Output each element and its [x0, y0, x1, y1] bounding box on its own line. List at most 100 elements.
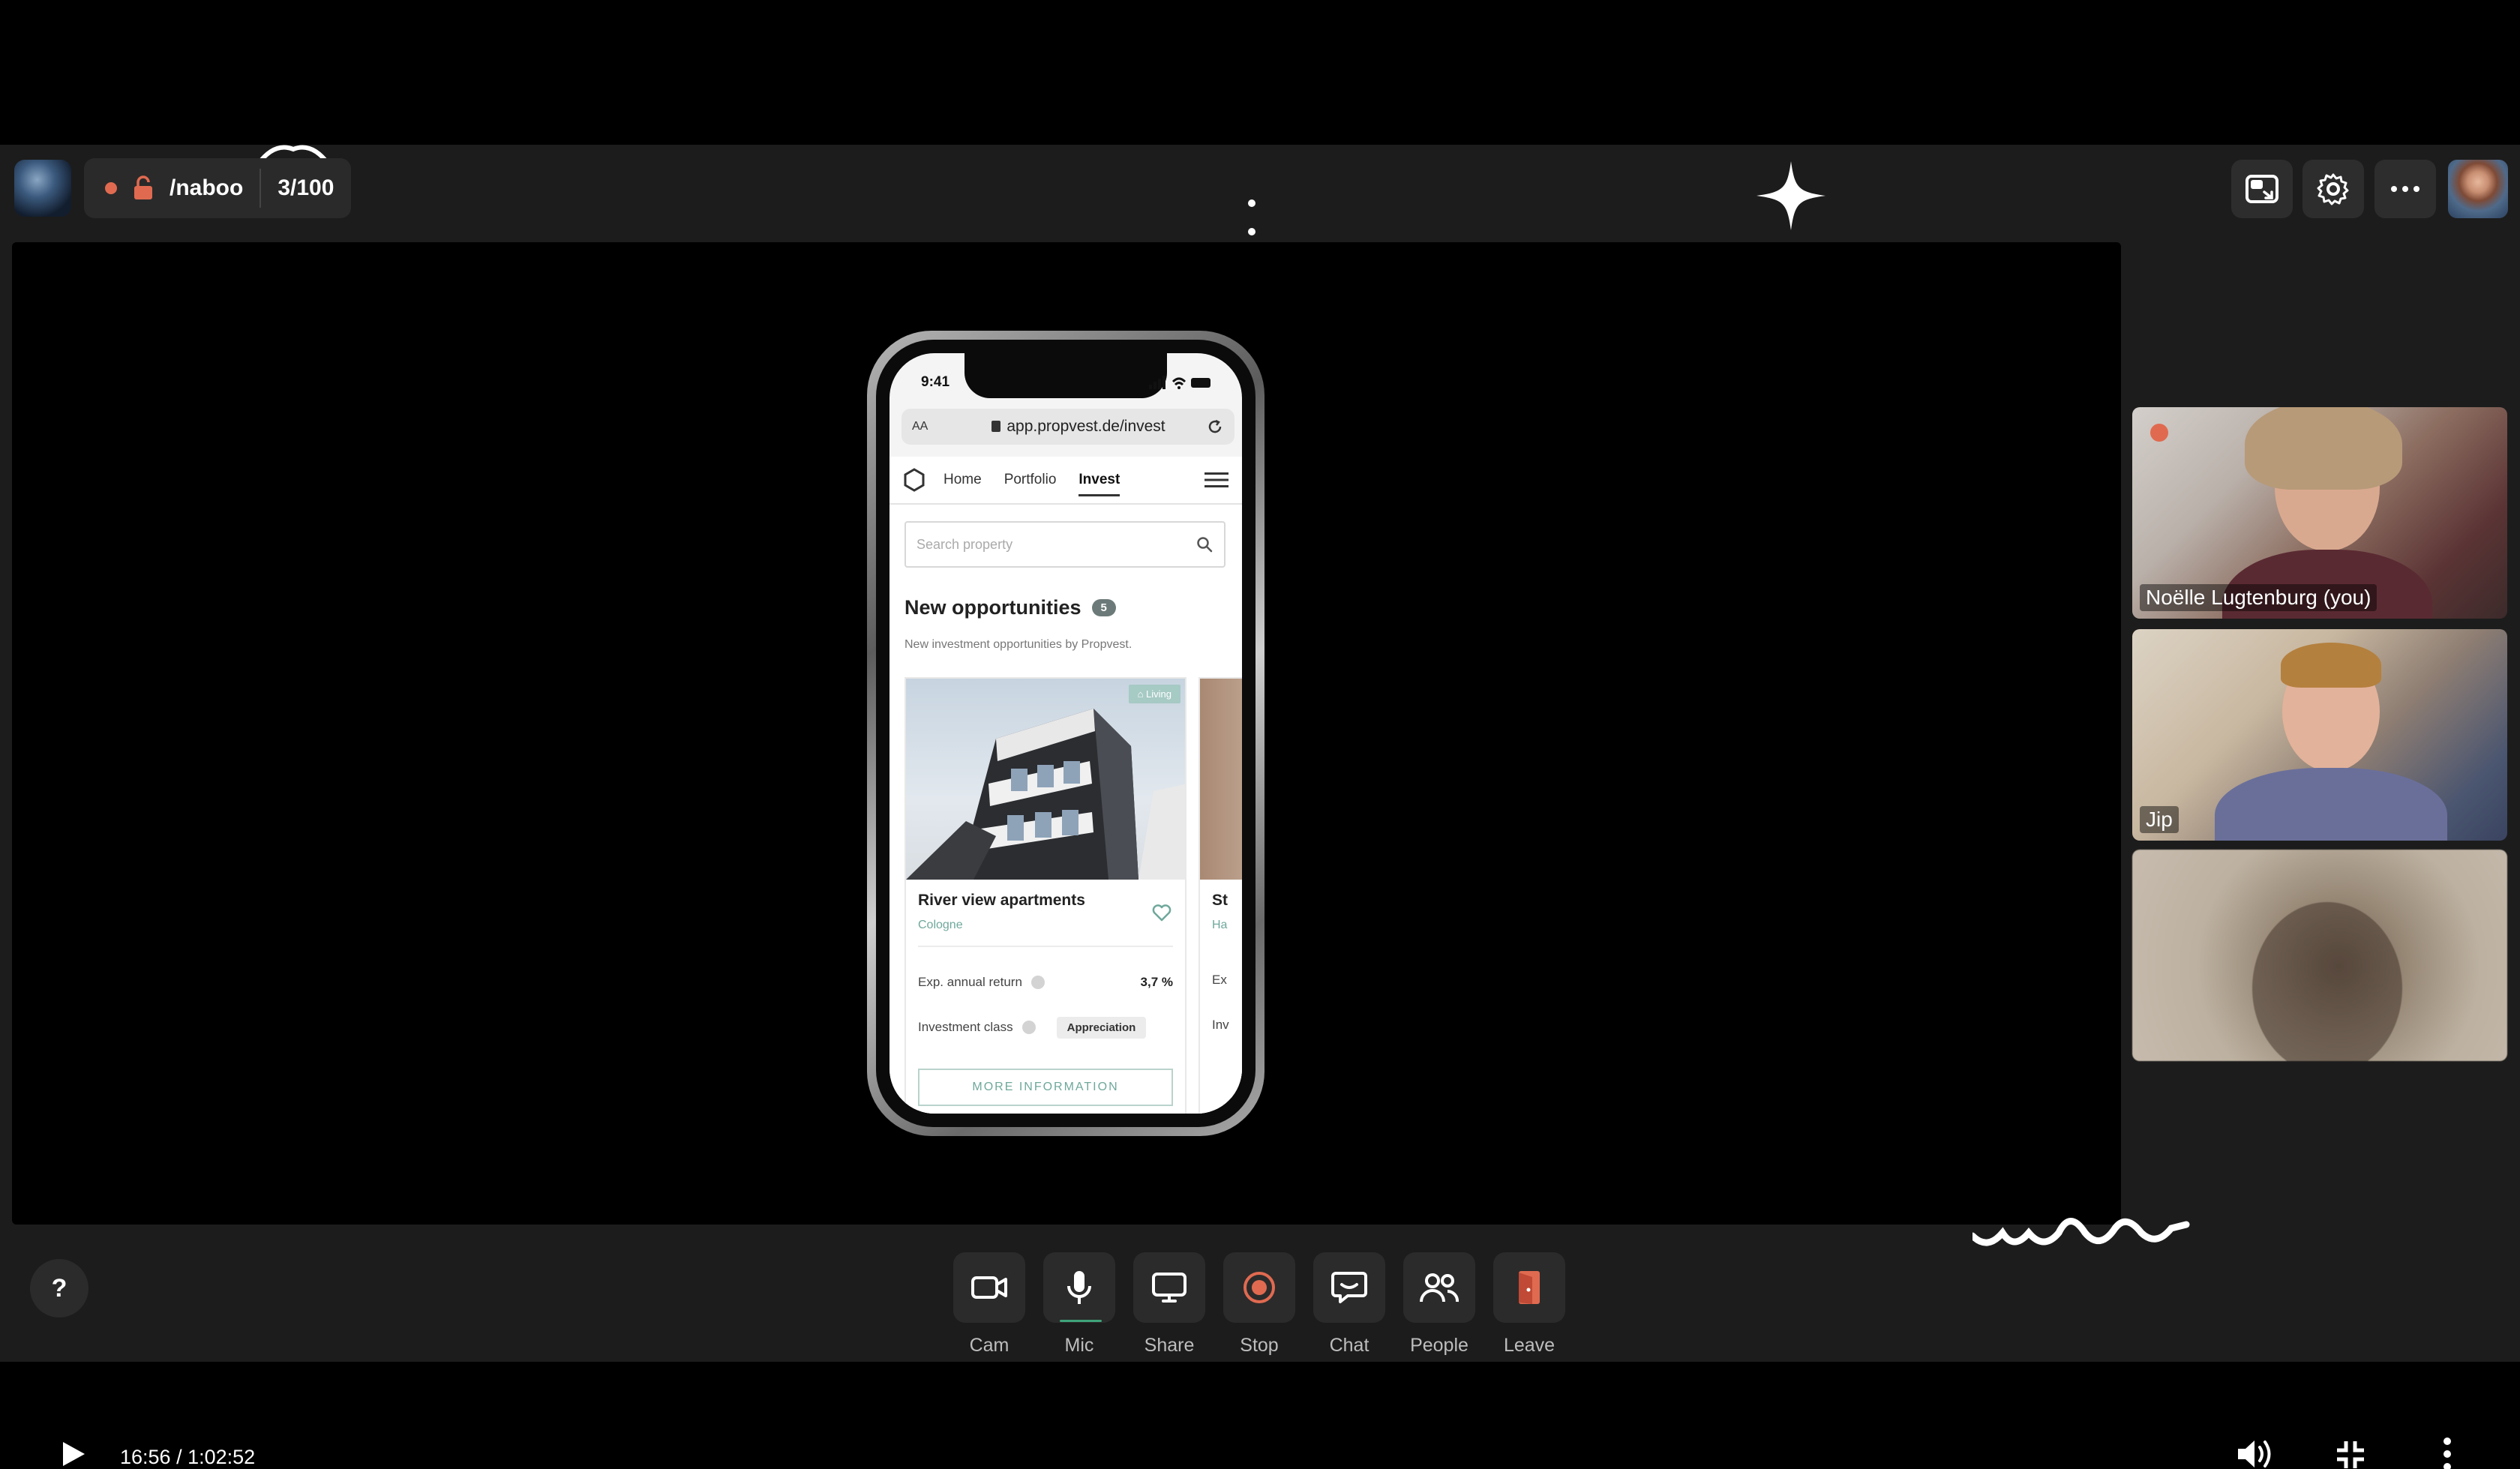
- pip-icon: [2246, 175, 2278, 203]
- lock-icon: [992, 421, 1001, 432]
- more-information-button[interactable]: MORE INFORMATION: [918, 1069, 1173, 1106]
- url-text: app.propvest.de/invest: [951, 418, 1206, 436]
- class-chip: Appreciation: [1056, 1016, 1147, 1039]
- leave-label: Leave: [1503, 1335, 1556, 1356]
- class-label-partial: Inv: [1212, 1018, 1229, 1032]
- people-label: People: [1410, 1335, 1468, 1356]
- status-icons: [1149, 376, 1210, 389]
- section-subtitle: New investment opportunities by Propvest…: [904, 638, 1132, 651]
- sparkle-icon: [1756, 161, 1826, 230]
- participant-hair: [2281, 643, 2381, 688]
- room-info[interactable]: /naboo 3/100: [84, 158, 351, 218]
- camera-icon: [971, 1276, 1007, 1299]
- cam-button[interactable]: [953, 1252, 1025, 1323]
- search-box[interactable]: [904, 521, 1226, 568]
- chat-icon: [1331, 1272, 1367, 1303]
- participant-tile-blurred[interactable]: [2132, 850, 2507, 1061]
- exit-fullscreen-icon[interactable]: [2336, 1440, 2366, 1469]
- participant-face: [2252, 902, 2402, 1061]
- play-icon[interactable]: [60, 1440, 87, 1468]
- cam-control[interactable]: Cam: [952, 1252, 1027, 1357]
- info-icon[interactable]: [1030, 976, 1045, 989]
- stop-control[interactable]: Stop: [1222, 1252, 1297, 1357]
- participant-name: Noëlle Lugtenburg (you): [2140, 584, 2378, 611]
- category-tag: ⌂ Living: [1128, 685, 1180, 703]
- participant-shirt: [2215, 768, 2447, 841]
- cam-label: Cam: [969, 1335, 1010, 1356]
- share-control[interactable]: Share: [1132, 1252, 1207, 1357]
- url-value: app.propvest.de/invest: [1006, 418, 1166, 435]
- leave-control[interactable]: Leave: [1492, 1252, 1567, 1357]
- heart-icon[interactable]: [1152, 904, 1172, 922]
- pip-button[interactable]: [2231, 160, 2293, 218]
- recording-dot: [105, 182, 117, 194]
- stop-label: Stop: [1240, 1335, 1279, 1356]
- settings-button[interactable]: [2302, 160, 2364, 218]
- playback-time: 16:56 / 1:02:52: [120, 1446, 256, 1468]
- phone-mockup: 9:41 AA app.propvest.de/invest Home Port…: [867, 331, 1264, 1136]
- volume-icon[interactable]: [2235, 1437, 2274, 1469]
- door-icon: [1519, 1271, 1540, 1304]
- chat-label: Chat: [1329, 1335, 1370, 1356]
- return-label: Exp. annual return: [918, 975, 1022, 989]
- stop-recording-button[interactable]: [1223, 1252, 1295, 1323]
- share-button[interactable]: [1133, 1252, 1205, 1323]
- section-title: New opportunities 5: [904, 596, 1116, 619]
- return-row: Exp. annual return 3,7 %: [918, 971, 1173, 994]
- nav-home[interactable]: Home: [944, 456, 982, 504]
- mic-control[interactable]: Mic: [1042, 1252, 1117, 1357]
- unlock-icon[interactable]: [132, 175, 154, 201]
- gear-icon: [2317, 173, 2349, 205]
- property-image: ⌂ Living: [906, 679, 1185, 880]
- participant-count: 3/100: [278, 175, 334, 200]
- section-title-text: New opportunities: [904, 596, 1082, 619]
- nav-invest[interactable]: Invest: [1078, 456, 1120, 504]
- card-divider: [918, 946, 1173, 947]
- record-icon: [1244, 1272, 1275, 1303]
- user-avatar[interactable]: [2448, 160, 2508, 218]
- participant-tile-noelle[interactable]: Noëlle Lugtenburg (you): [2132, 407, 2507, 619]
- help-button[interactable]: ?: [30, 1259, 88, 1318]
- room-name: /naboo: [170, 175, 244, 200]
- app-nav: Home Portfolio Invest: [890, 457, 1242, 505]
- participant-hair: [2245, 407, 2402, 490]
- propvest-logo-icon[interactable]: [903, 468, 926, 492]
- search-input[interactable]: [916, 536, 1196, 553]
- text-size-button[interactable]: AA: [912, 420, 951, 433]
- more-vertical-icon[interactable]: [2442, 1437, 2452, 1469]
- info-icon[interactable]: [1022, 1021, 1036, 1034]
- property-title: River view apartments: [918, 892, 1085, 909]
- reload-icon[interactable]: [1206, 418, 1224, 436]
- leave-button[interactable]: [1493, 1252, 1565, 1323]
- mic-button[interactable]: [1043, 1252, 1115, 1323]
- chat-button[interactable]: [1313, 1252, 1385, 1323]
- video-player-bar: 16:56 / 1:02:52: [0, 1362, 2520, 1469]
- property-card-partial[interactable]: St Ha Ex Inv: [1198, 677, 1242, 1114]
- phone-screen: 9:41 AA app.propvest.de/invest Home Port…: [890, 353, 1242, 1114]
- mic-label: Mic: [1064, 1335, 1094, 1356]
- participant-tile-jip[interactable]: Jip: [2132, 629, 2507, 841]
- call-window: /naboo 3/100 9:41 AA app.propvest.de/inv…: [0, 145, 2520, 1362]
- search-icon[interactable]: [1196, 535, 1214, 553]
- class-row: Investment class Appreciation: [918, 1016, 1173, 1039]
- property-title-partial: St: [1212, 892, 1228, 909]
- return-label-partial: Ex: [1212, 973, 1227, 987]
- more-button[interactable]: [2374, 160, 2436, 218]
- screen-share-stage: 9:41 AA app.propvest.de/invest Home Port…: [12, 242, 2121, 1225]
- property-city: Cologne: [918, 919, 963, 931]
- chat-control[interactable]: Chat: [1312, 1252, 1387, 1357]
- status-time: 9:41: [921, 374, 950, 390]
- building-illustration: [906, 709, 1185, 880]
- property-image-partial: [1200, 679, 1242, 880]
- people-control[interactable]: People: [1402, 1252, 1477, 1357]
- people-button[interactable]: [1403, 1252, 1475, 1323]
- squiggle-decoration: [1972, 1218, 2190, 1246]
- nav-portfolio[interactable]: Portfolio: [1004, 456, 1057, 504]
- browser-url-bar[interactable]: AA app.propvest.de/invest: [902, 409, 1234, 445]
- property-card[interactable]: ⌂ Living River view apartments Cologne E…: [904, 677, 1186, 1114]
- screen-share-icon: [1152, 1273, 1186, 1303]
- menu-icon[interactable]: [1204, 471, 1228, 489]
- count-badge: 5: [1091, 599, 1116, 616]
- phone-notch: [964, 353, 1167, 398]
- room-avatar[interactable]: [14, 160, 71, 217]
